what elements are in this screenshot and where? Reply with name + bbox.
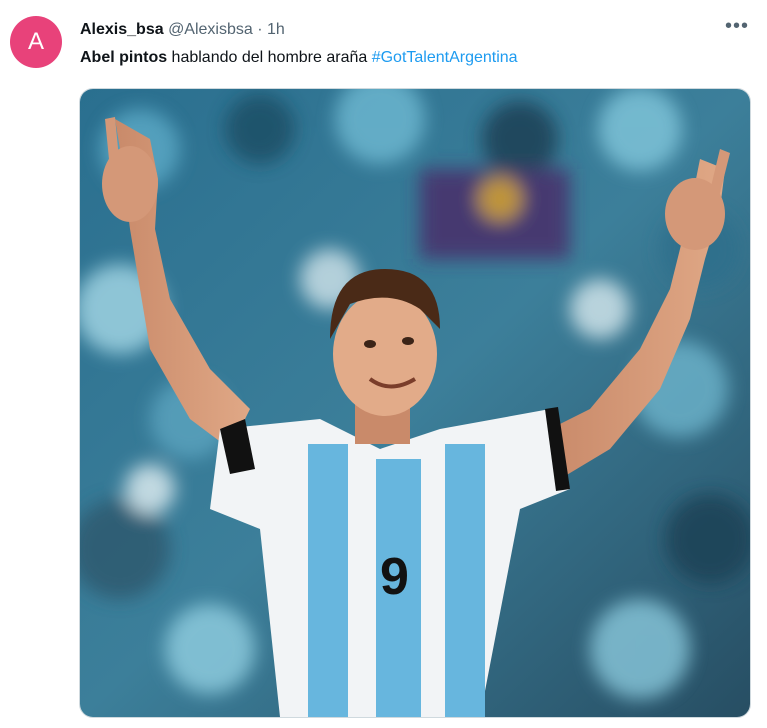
hashtag-link[interactable]: #GotTalentArgentina bbox=[372, 49, 518, 66]
display-name[interactable]: Alexis_bsa bbox=[80, 21, 164, 38]
jersey-number: 9 bbox=[380, 548, 409, 606]
tweet-text-bold: Abel pintos bbox=[80, 49, 168, 66]
tweet-text: Abel pintos hablando del hombre araña #G… bbox=[80, 48, 518, 68]
avatar-letter: A bbox=[27, 28, 44, 55]
tweet-text-body: hablando del hombre araña bbox=[167, 49, 372, 66]
timestamp[interactable]: 1h bbox=[267, 21, 285, 38]
tweet-media-photo[interactable]: 9 bbox=[79, 88, 751, 718]
avatar[interactable]: A bbox=[10, 16, 62, 68]
separator-dot: · bbox=[257, 21, 263, 38]
tweet-header: Alexis_bsa @Alexisbsa · 1h bbox=[80, 20, 285, 40]
user-handle[interactable]: @Alexisbsa bbox=[168, 21, 253, 38]
more-horizontal-icon[interactable]: ••• bbox=[725, 16, 749, 36]
